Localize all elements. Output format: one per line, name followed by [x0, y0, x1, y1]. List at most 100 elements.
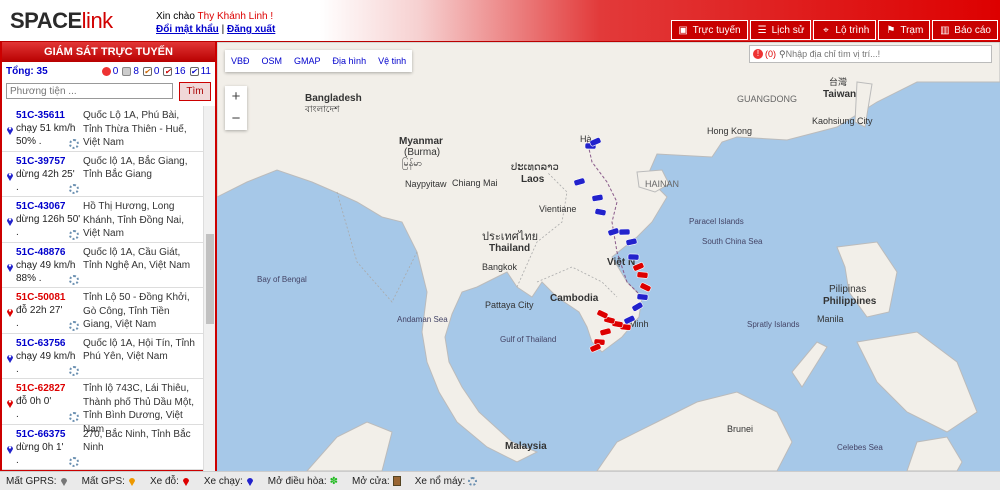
stopped-filter[interactable]: 8	[122, 66, 139, 77]
nav-station-button[interactable]: ⚑ Trạm	[878, 20, 931, 40]
vehicle-list-item[interactable]: 51C-50081 đỗ 22h 27' . Tỉnh Lộ 50 - Đồng…	[2, 288, 203, 334]
spacelink-logo[interactable]: SPACElink	[10, 8, 113, 34]
nav-label: Lộ trình	[835, 24, 870, 36]
vehicle-plate[interactable]: 51C-43067	[6, 200, 83, 213]
zoom-out-button[interactable]: −	[225, 108, 247, 130]
vehicle-info: 51C-62827 đỗ 0h 0' .	[6, 382, 83, 424]
layer-terrain[interactable]: Địa hình	[327, 56, 373, 66]
nav-label: Trạm	[900, 24, 924, 36]
engine-gear-icon	[69, 366, 79, 376]
logout-link[interactable]: Đăng xuất	[227, 24, 275, 35]
label-laos-native: ປະເທດລາວ	[511, 162, 559, 173]
vehicle-marker[interactable]	[627, 253, 640, 261]
layer-osm[interactable]: OSM	[256, 56, 289, 66]
vehicle-marker[interactable]	[589, 343, 602, 353]
label-south-china-sea: South China Sea	[702, 237, 763, 246]
alert-filter[interactable]: 0	[101, 66, 118, 77]
checked2-filter[interactable]: ✔ 16	[163, 65, 186, 77]
address-search-input[interactable]	[785, 47, 991, 61]
vehicle-list-item[interactable]: 51C-66375 dừng 0h 1' . 270, Bắc Ninh, Tỉ…	[2, 425, 203, 470]
vehicle-plate[interactable]: 51C-50081	[6, 291, 83, 304]
vehicle-list-item[interactable]: 51C-62827 đỗ 0h 0' . Tỉnh lộ 743C, Lái T…	[2, 379, 203, 435]
greeting-text: Xin chào	[156, 11, 195, 22]
vehicle-info: 51C-43067 dừng 126h 50' .	[6, 200, 83, 242]
vehicle-address: Hồ Thị Hương, Long Khánh, Tỉnh Đồng Nai,…	[83, 201, 184, 239]
vehicle-address: 270, Bắc Ninh, Tỉnh Bắc Ninh	[83, 428, 191, 454]
vehicle-plate[interactable]: 51C-35611	[6, 109, 83, 122]
map-alert[interactable]: ! (0)	[750, 49, 779, 59]
borneo-island	[596, 391, 793, 471]
search-button[interactable]: Tìm	[179, 81, 211, 101]
engine-gear-icon	[69, 275, 79, 285]
user-name: Thy Khánh Linh !	[197, 11, 274, 22]
location-pin-icon: ⚲	[779, 48, 786, 59]
address-search-box: ! (0) ⚲	[749, 45, 992, 63]
label-hongkong: Hong Kong	[707, 126, 752, 136]
label-pattaya: Pattaya City	[485, 300, 534, 310]
vehicle-address: Tỉnh lộ 743C, Lái Thiêu, Thành phố Thủ D…	[83, 383, 194, 435]
layer-gmap[interactable]: GMAP	[288, 56, 327, 66]
legend-label: Xe nổ máy:	[414, 475, 466, 487]
scrollbar-thumb[interactable]	[206, 234, 214, 324]
vehicle-list-item[interactable]: 51C-43067 dừng 126h 50' . Hồ Thị Hương, …	[2, 197, 203, 243]
engine-gear-icon	[468, 476, 478, 486]
nav-history-button[interactable]: ☰ Lịch sử	[749, 20, 812, 40]
label-chiangmai: Chiang Mai	[452, 178, 498, 188]
label-thailand: Thailand	[489, 243, 530, 254]
nav-route-button[interactable]: ⌖ Lộ trình	[813, 20, 877, 40]
label-burma: (Burma)	[404, 147, 440, 158]
label-guangdong: GUANGDONG	[737, 94, 797, 104]
engine-gear-icon	[69, 411, 79, 422]
running-pin-icon	[7, 445, 13, 454]
nav-report-button[interactable]: ▥ Báo cáo	[932, 20, 998, 40]
legend-bar: Mất GPRS: Mất GPS: Xe đỗ: Xe chạy: Mở điều h…	[0, 471, 1000, 490]
map-canvas[interactable]: Bangladesh বাংলাদেশ Myanmar (Burma) မြန်…	[217, 42, 1000, 471]
zoom-in-button[interactable]: +	[225, 86, 247, 108]
vehicle-plate[interactable]: 51C-66375	[6, 428, 83, 441]
checked1-filter[interactable]: ✔ 0	[142, 66, 159, 77]
vehicle-address: Quốc lộ 1A, Hội Tín, Tỉnh Phú Yên, Việt …	[83, 337, 195, 363]
checkbox-icon: ✔	[163, 66, 173, 76]
checked3-filter[interactable]: ✔ 11	[189, 66, 211, 77]
vehicle-stats: Tổng: 35 0 8 ✔ 0 ✔ 16 ✔ 11	[2, 62, 215, 80]
vehicle-plate[interactable]: 51C-63756	[6, 337, 83, 350]
legend-item: Mở điều hòa: ✽	[268, 476, 338, 487]
vehicle-marker[interactable]	[639, 282, 652, 292]
vehicle-marker[interactable]	[618, 228, 631, 236]
label-andaman: Andaman Sea	[397, 315, 448, 324]
vehicle-plate[interactable]: 51C-39757	[6, 155, 83, 168]
history-icon: ☰	[757, 24, 767, 36]
vehicle-marker[interactable]	[636, 293, 649, 301]
vehicle-info: 51C-63756 chạy 49 km/h .	[6, 337, 83, 379]
nav-online-button[interactable]: ▣ Trực tuyến	[670, 20, 748, 40]
vehicle-list[interactable]: 51C-35611 chạy 51 km/h 50% . Quốc Lộ 1A,…	[2, 106, 203, 471]
vehicle-plate[interactable]: 51C-62827	[6, 382, 83, 395]
vehicle-marker[interactable]	[636, 271, 649, 279]
vehicle-search-input[interactable]	[6, 83, 173, 99]
layer-satellite[interactable]: Vệ tinh	[372, 56, 412, 66]
vehicle-list-item[interactable]: 51C-48876 chạy 49 km/h 88% . Quốc lộ 1A,…	[2, 243, 203, 288]
label-bay-of-bengal: Bay of Bengal	[257, 275, 307, 284]
change-password-link[interactable]: Đổi mật khẩu	[156, 24, 219, 35]
vehicle-plate[interactable]: 51C-48876	[6, 246, 83, 259]
running-pin-icon	[7, 172, 13, 181]
map-view[interactable]: Bangladesh বাংলাদেশ Myanmar (Burma) မြန်…	[217, 42, 1000, 471]
vehicle-list-item[interactable]: 51C-39757 dừng 42h 25' . Quốc lộ 1A, Bắc…	[2, 152, 203, 197]
nav-label: Trực tuyến	[692, 24, 741, 36]
layer-vbd[interactable]: VBĐ	[225, 56, 256, 66]
vehicle-list-scrollbar[interactable]	[203, 106, 215, 471]
label-hainan: HAINAN	[645, 179, 679, 189]
label-bangkok: Bangkok	[482, 262, 518, 272]
vehicle-status: chạy 51 km/h	[16, 123, 76, 134]
label-bangladesh-native: বাংলাদেশ	[304, 104, 340, 114]
vehicle-info: 51C-39757 dừng 42h 25' .	[6, 155, 83, 197]
legend-item: Mở cửa:	[352, 476, 401, 487]
total-count: Tổng: 35	[6, 65, 48, 77]
label-thailand-native: ประเทศไทย	[482, 230, 538, 243]
vehicle-list-item[interactable]: 51C-63756 chạy 49 km/h . Quốc lộ 1A, Hội…	[2, 334, 203, 379]
alert-count: (0)	[765, 49, 776, 59]
vehicle-list-item[interactable]: 51C-35611 chạy 51 km/h 50% . Quốc Lộ 1A,…	[2, 106, 203, 152]
map-layer-switcher: VBĐ OSM GMAP Địa hình Vệ tinh	[225, 50, 413, 72]
count: 16	[174, 65, 186, 77]
engine-gear-icon	[69, 138, 79, 149]
